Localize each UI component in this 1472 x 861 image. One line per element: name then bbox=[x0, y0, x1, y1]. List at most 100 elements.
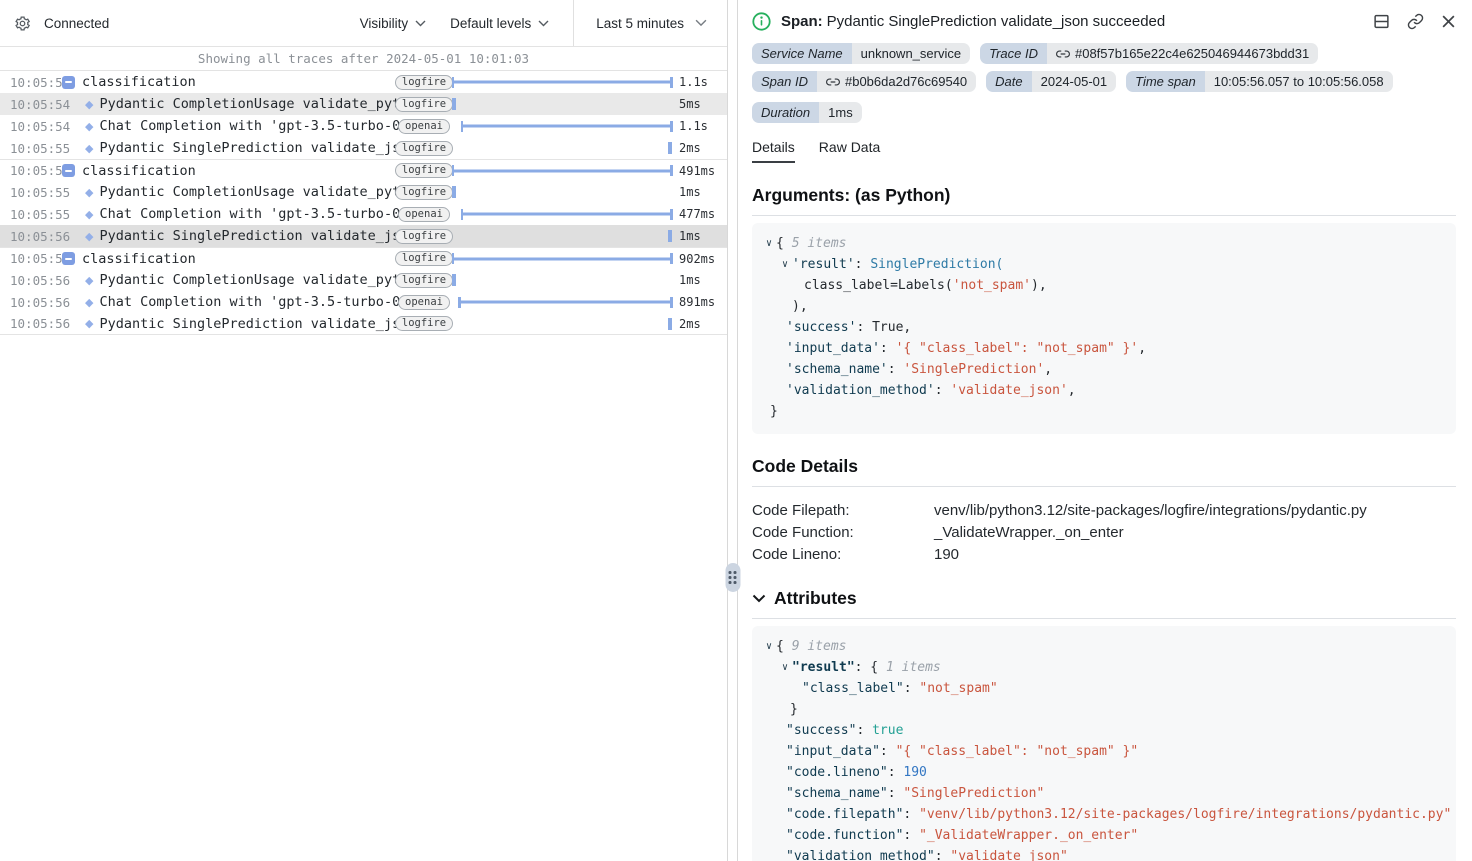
link-icon[interactable] bbox=[1056, 47, 1070, 61]
trace-row[interactable]: 10:05:55◆Pydantic SinglePrediction valid… bbox=[0, 137, 727, 159]
code-line: ∨{ 9 items bbox=[764, 636, 1444, 657]
trace-row[interactable]: 10:05:55classificationlogfire491ms bbox=[0, 159, 727, 181]
code-line: 'validation_method': 'validate_json', bbox=[764, 380, 1444, 401]
trace-span-name: Pydantic SinglePrediction validate_json bbox=[99, 140, 401, 156]
code-token: , bbox=[1068, 383, 1076, 398]
trace-name-wrap: classification bbox=[58, 251, 401, 267]
duration-bar bbox=[461, 213, 673, 216]
badge-label: Duration bbox=[752, 102, 819, 123]
trace-time: 10:05:55 bbox=[0, 185, 58, 200]
trace-span-name: classification bbox=[82, 163, 401, 179]
badge-value-text: unknown_service bbox=[861, 46, 961, 61]
close-icon[interactable] bbox=[1441, 14, 1456, 29]
badge-value-text: 1ms bbox=[828, 105, 853, 120]
collapse-chevron-icon[interactable]: ∨ bbox=[766, 636, 772, 657]
code-token: 'input_data' bbox=[786, 341, 880, 356]
collapse-icon[interactable] bbox=[62, 76, 75, 89]
trace-span-name: Pydantic CompletionUsage validate_python bbox=[99, 96, 401, 112]
duration-tick bbox=[668, 230, 672, 242]
code-token: 9 items bbox=[792, 639, 847, 654]
code-detail-row: Code Lineno:190 bbox=[752, 544, 1456, 566]
trace-span-name: Chat Completion with 'gpt-3.5-turbo-061 bbox=[99, 118, 401, 134]
trace-name-wrap: ◆ Pydantic SinglePrediction validate_json bbox=[58, 140, 401, 156]
code-token: } bbox=[790, 702, 798, 717]
trace-duration: 477ms bbox=[675, 207, 727, 221]
gear-icon[interactable] bbox=[14, 15, 31, 32]
trace-tag-label: logfire bbox=[395, 163, 453, 178]
code-token: : bbox=[935, 383, 951, 398]
span-title: Span:Pydantic SinglePrediction validate_… bbox=[781, 13, 1373, 30]
collapse-chevron-icon[interactable]: ∨ bbox=[766, 233, 772, 254]
trace-row[interactable]: 10:05:54◆Chat Completion with 'gpt-3.5-t… bbox=[0, 115, 727, 137]
duration-bar bbox=[452, 257, 673, 260]
span-kind-label: Span: bbox=[781, 13, 823, 30]
code-line: ), bbox=[764, 296, 1444, 317]
tab-raw-data[interactable]: Raw Data bbox=[819, 139, 880, 163]
trace-row[interactable]: 10:05:55◆Pydantic CompletionUsage valida… bbox=[0, 181, 727, 203]
span-badge: Time span10:05:56.057 to 10:05:56.058 bbox=[1126, 71, 1392, 92]
trace-duration: 1.1s bbox=[675, 75, 727, 89]
trace-tag-label: logfire bbox=[395, 229, 453, 244]
collapse-icon[interactable] bbox=[62, 164, 75, 177]
trace-row[interactable]: 10:05:54◆Pydantic CompletionUsage valida… bbox=[0, 93, 727, 115]
trace-duration: 902ms bbox=[675, 252, 727, 266]
code-token: "code.lineno" bbox=[786, 765, 888, 780]
tab-details[interactable]: Details bbox=[752, 139, 795, 163]
trace-tag: logfire bbox=[401, 185, 447, 200]
trace-list-header-text: Showing all traces after 2024-05-01 10:0… bbox=[198, 51, 529, 66]
span-diamond-icon: ◆ bbox=[85, 143, 93, 154]
duration-bar bbox=[452, 81, 673, 84]
code-token: : bbox=[855, 257, 871, 272]
code-line: "code.lineno": 190 bbox=[764, 762, 1444, 783]
trace-row[interactable]: 10:05:56◆Chat Completion with 'gpt-3.5-t… bbox=[0, 291, 727, 313]
trace-row[interactable]: 10:05:56◆Pydantic SinglePrediction valid… bbox=[0, 313, 727, 335]
code-detail-label: Code Filepath: bbox=[752, 500, 934, 522]
badge-label: Time span bbox=[1126, 71, 1205, 92]
trace-span-name: Pydantic SinglePrediction validate_json bbox=[99, 316, 401, 332]
trace-row[interactable]: 10:05:56classificationlogfire902ms bbox=[0, 247, 727, 269]
code-token: 'result' bbox=[792, 257, 855, 272]
duration-bar-track bbox=[447, 115, 673, 137]
time-range-dropdown[interactable]: Last 5 minutes bbox=[573, 0, 727, 46]
divider bbox=[752, 215, 1456, 216]
duration-tick bbox=[452, 98, 456, 110]
trace-row[interactable]: 10:05:56◆Pydantic SinglePrediction valid… bbox=[0, 225, 727, 247]
trace-tag: logfire bbox=[401, 316, 447, 331]
collapse-chevron-icon[interactable]: ∨ bbox=[782, 657, 788, 678]
code-token: : { bbox=[855, 660, 886, 675]
badge-label: Service Name bbox=[752, 43, 852, 64]
code-detail-label: Code Lineno: bbox=[752, 544, 934, 566]
duration-bar-track bbox=[447, 160, 673, 181]
trace-row[interactable]: 10:05:55◆Chat Completion with 'gpt-3.5-t… bbox=[0, 203, 727, 225]
trace-row[interactable]: 10:05:56◆Pydantic CompletionUsage valida… bbox=[0, 269, 727, 291]
split-view-icon[interactable] bbox=[1373, 13, 1390, 30]
span-diamond-icon: ◆ bbox=[85, 297, 93, 308]
trace-duration: 1ms bbox=[675, 185, 727, 199]
chevron-down-icon[interactable] bbox=[752, 594, 766, 603]
trace-duration: 891ms bbox=[675, 295, 727, 309]
span-badge: Duration 1ms bbox=[752, 102, 862, 123]
copy-link-icon[interactable] bbox=[1407, 13, 1424, 30]
span-badge: Service Name unknown_service bbox=[752, 43, 970, 64]
default-levels-dropdown[interactable]: Default levels bbox=[450, 16, 549, 31]
splitter-drag-handle[interactable] bbox=[725, 563, 740, 592]
trace-span-name: Pydantic SinglePrediction validate_json bbox=[99, 228, 401, 244]
collapse-icon[interactable] bbox=[62, 252, 75, 265]
duration-bar bbox=[461, 125, 673, 128]
trace-tag-label: openai bbox=[398, 207, 450, 222]
trace-tag-label: openai bbox=[398, 119, 450, 134]
code-token: "SinglePrediction" bbox=[903, 786, 1044, 801]
badge-value: #b0b6da2d76c69540 bbox=[817, 71, 976, 92]
code-token: "{ "class_label": "not_spam" }" bbox=[896, 744, 1139, 759]
trace-name-wrap: ◆Pydantic CompletionUsage validate_pytho… bbox=[58, 272, 401, 288]
attributes-code-block: ∨{ 9 items∨"result": { 1 items"class_lab… bbox=[752, 626, 1456, 861]
link-icon[interactable] bbox=[826, 75, 840, 89]
visibility-dropdown[interactable]: Visibility bbox=[360, 16, 427, 31]
code-token: 190 bbox=[903, 765, 926, 780]
code-token: "input_data" bbox=[786, 744, 880, 759]
collapse-chevron-icon[interactable]: ∨ bbox=[782, 254, 788, 275]
code-token: : bbox=[888, 765, 904, 780]
trace-row[interactable]: 10:05:54classificationlogfire1.1s bbox=[0, 71, 727, 93]
span-diamond-icon: ◆ bbox=[85, 275, 93, 286]
chevron-down-icon bbox=[538, 20, 549, 27]
